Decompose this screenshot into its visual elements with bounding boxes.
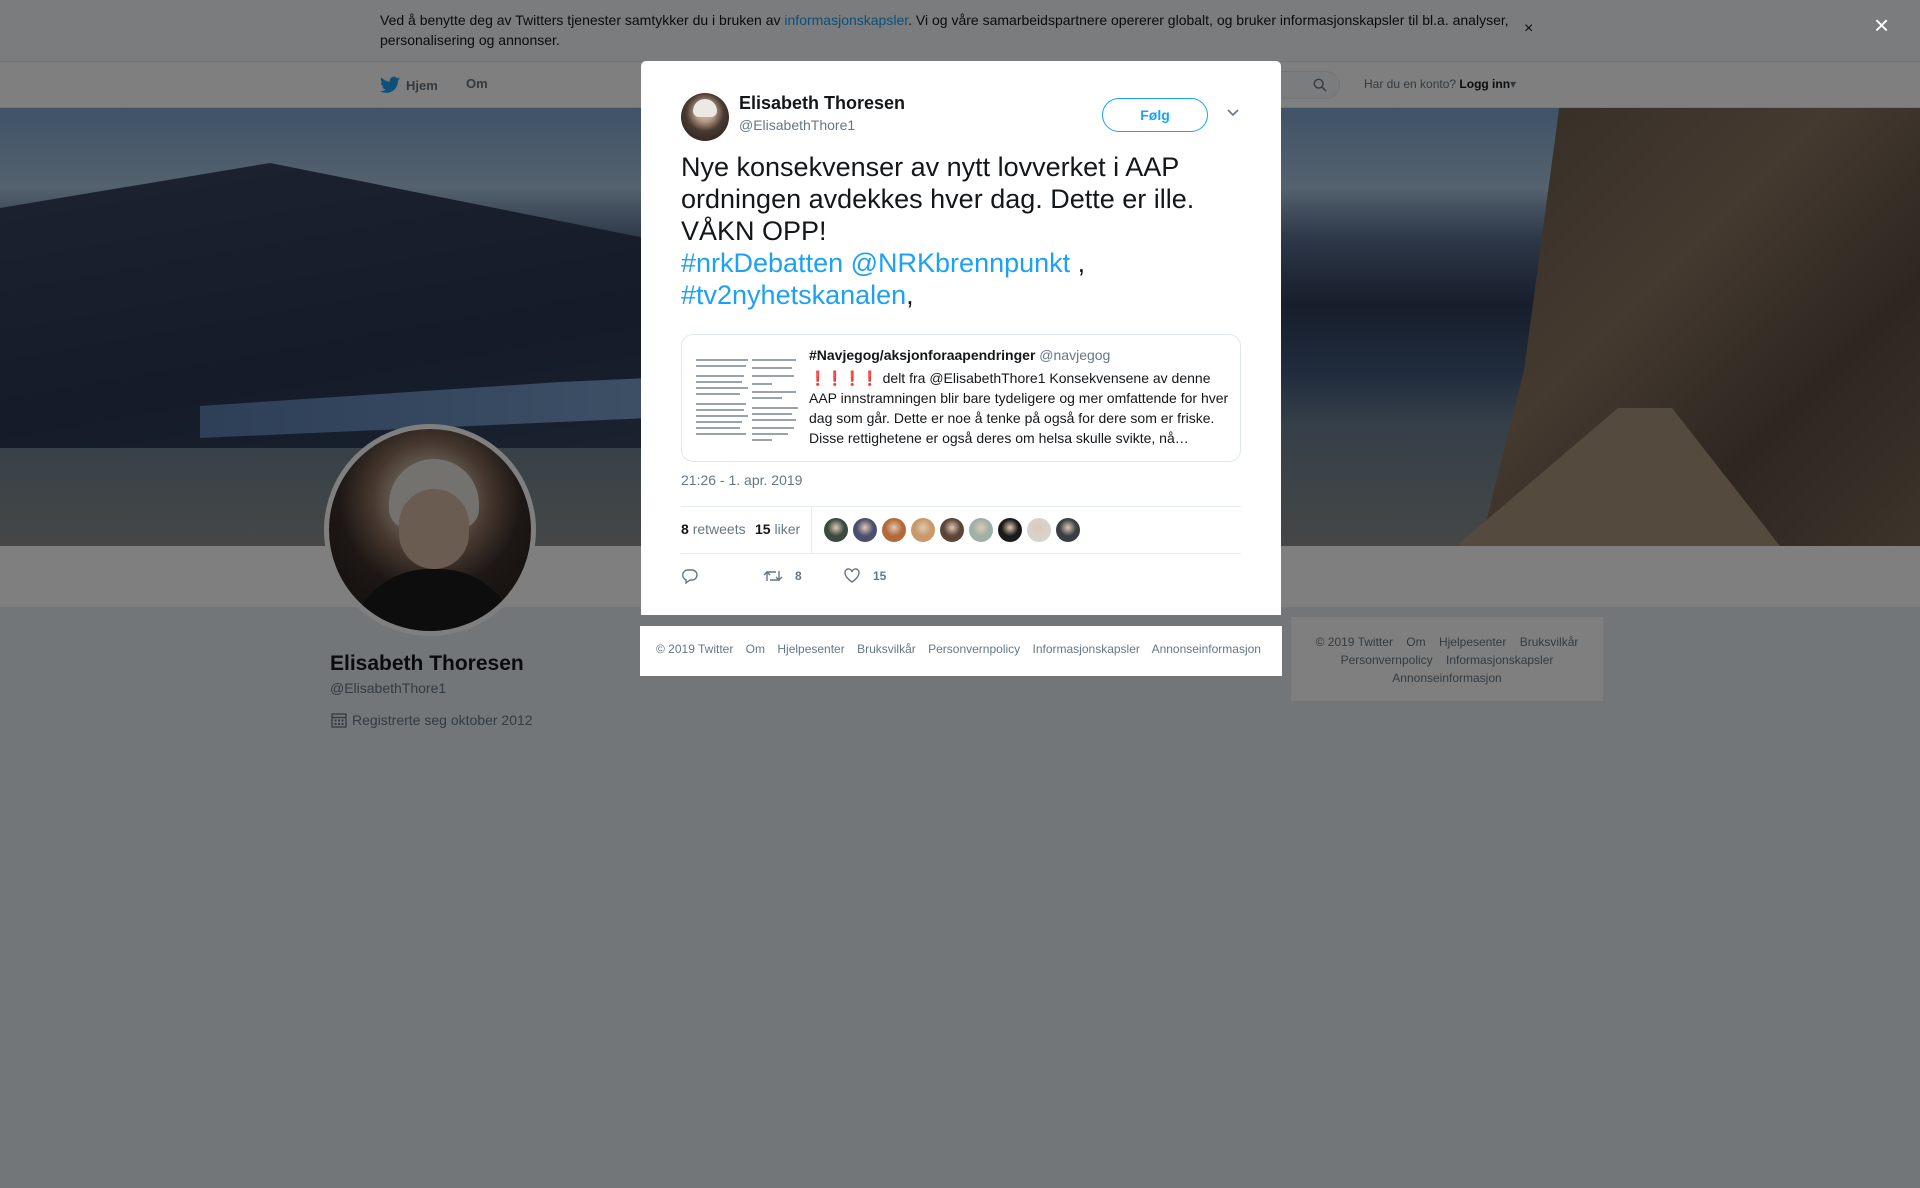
mention-link[interactable]: @NRKbrennpunkt xyxy=(851,248,1071,278)
retweet-icon xyxy=(763,571,783,581)
stats-divider xyxy=(811,507,812,553)
close-icon[interactable]: × xyxy=(1874,12,1889,38)
liker-avatar[interactable] xyxy=(940,518,964,542)
tweet-actions: 8 15 xyxy=(681,563,1241,593)
liker-avatar[interactable] xyxy=(1027,518,1051,542)
liker-avatar[interactable] xyxy=(824,518,848,542)
quoted-author-handle: @navjegog xyxy=(1039,347,1111,363)
like-count: 15 xyxy=(873,569,887,583)
exclamation-icon: ❗❗❗❗ xyxy=(809,370,879,386)
chevron-down-icon[interactable] xyxy=(1226,105,1240,119)
author-avatar[interactable] xyxy=(681,93,729,141)
hashtag-link[interactable]: #tv2nyhetskanalen xyxy=(681,280,906,310)
footer-link-about[interactable]: Om xyxy=(746,642,765,656)
tweet-modal: Elisabeth Thoresen @ElisabethThore1 Følg… xyxy=(641,61,1281,615)
quoted-tweet-image xyxy=(692,347,802,451)
reply-button[interactable] xyxy=(681,567,699,585)
quoted-tweet-header: #Navjegog/aksjonforaapendringer @navjego… xyxy=(809,347,1110,363)
liker-avatars xyxy=(824,518,1080,542)
like-button[interactable]: 15 xyxy=(843,567,886,585)
footer-link-cookies[interactable]: Informasjonskapsler xyxy=(1033,642,1140,656)
tweet-comma: , xyxy=(1070,248,1086,278)
footer-link-help[interactable]: Hjelpesenter xyxy=(777,642,844,656)
author-name[interactable]: Elisabeth Thoresen xyxy=(739,93,905,114)
retweet-count: 8 xyxy=(795,569,802,583)
likes-label: liker xyxy=(774,521,801,537)
retweets-count: 8 xyxy=(681,521,689,537)
tweet-comma: , xyxy=(906,280,914,310)
footer-link-privacy[interactable]: Personvernpolicy xyxy=(928,642,1020,656)
footer-link-ads[interactable]: Annonseinformasjon xyxy=(1152,642,1261,656)
likes-count: 15 xyxy=(755,521,771,537)
retweets-stat[interactable]: 8 retweets xyxy=(681,521,746,537)
liker-avatar[interactable] xyxy=(882,518,906,542)
reply-icon xyxy=(682,569,698,585)
liker-avatar[interactable] xyxy=(1056,518,1080,542)
tweet-text: Nye konsekvenser av nytt lovverket i AAP… xyxy=(681,152,1195,246)
liker-avatar[interactable] xyxy=(998,518,1022,542)
tweet-timestamp[interactable]: 21:26 - 1. apr. 2019 xyxy=(681,472,802,488)
liker-avatar[interactable] xyxy=(853,518,877,542)
liker-avatar[interactable] xyxy=(911,518,935,542)
quoted-author-name: #Navjegog/aksjonforaapendringer xyxy=(809,347,1036,363)
retweet-button[interactable]: 8 xyxy=(763,567,802,585)
quoted-tweet-card[interactable]: #Navjegog/aksjonforaapendringer @navjego… xyxy=(681,334,1241,462)
liker-avatar[interactable] xyxy=(969,518,993,542)
footer-link-terms[interactable]: Bruksvilkår xyxy=(857,642,916,656)
quoted-tweet-text: ❗❗❗❗ delt fra @ElisabethThore1 Konsekven… xyxy=(809,368,1229,448)
hashtag-link[interactable]: #nrkDebatten xyxy=(681,248,843,278)
follow-button[interactable]: Følg xyxy=(1102,98,1208,132)
tweet-links: #nrkDebatten @NRKbrennpunkt , #tv2nyhets… xyxy=(681,247,1241,311)
author-handle[interactable]: @ElisabethThore1 xyxy=(739,117,855,133)
tweet-stats: 8 retweets 15 liker xyxy=(681,506,1241,554)
likes-stat[interactable]: 15 liker xyxy=(755,521,800,537)
modal-footer: © 2019 Twitter Om Hjelpesenter Bruksvilk… xyxy=(640,626,1282,676)
retweets-label: retweets xyxy=(692,521,746,537)
heart-icon xyxy=(844,568,860,583)
footer-copyright: © 2019 Twitter xyxy=(656,642,734,656)
